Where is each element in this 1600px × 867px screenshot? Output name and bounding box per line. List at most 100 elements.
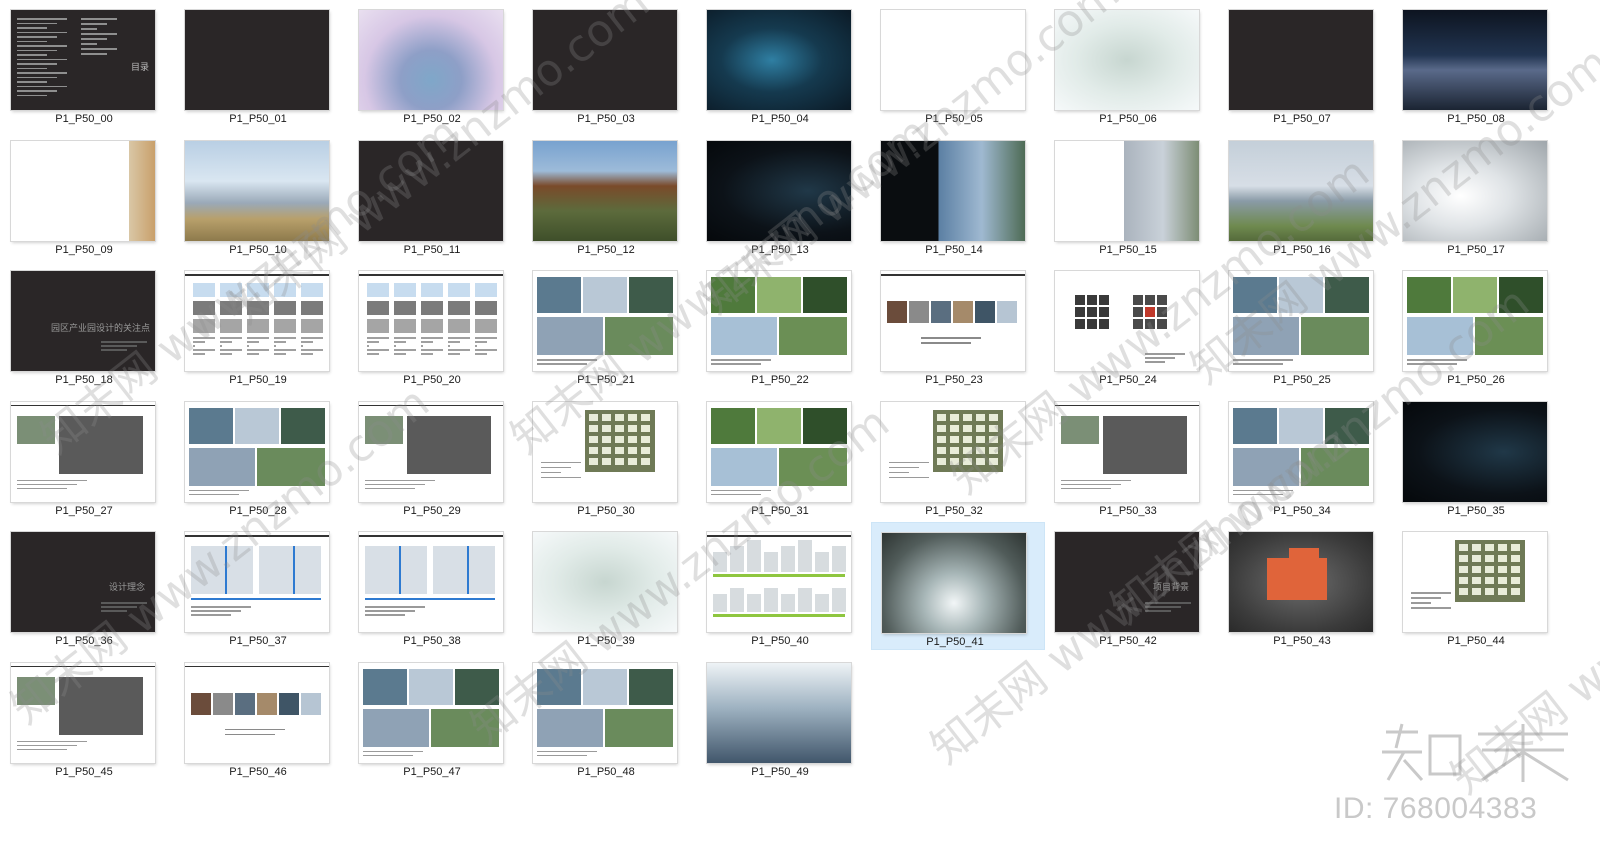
file-item[interactable]: P1_P50_34 (1219, 392, 1393, 520)
file-item[interactable]: P1_P50_40 (697, 522, 871, 650)
file-name: P1_P50_34 (1273, 504, 1331, 517)
thumb-element (475, 301, 497, 315)
thumb-element (433, 546, 495, 594)
file-item[interactable]: P1_P50_20 (349, 261, 523, 389)
thumb-element (301, 349, 323, 351)
thumb-element (17, 487, 67, 489)
file-thumbnail (882, 533, 1026, 633)
file-item[interactable]: P1_P50_39 (523, 522, 697, 650)
file-item[interactable]: P1_P50_41 (871, 522, 1045, 650)
file-item[interactable]: P1_P50_09 (1, 131, 175, 259)
file-thumbnail (1229, 271, 1373, 371)
thumb-element (707, 535, 851, 537)
thumb-element (235, 692, 255, 715)
thumb-element (779, 317, 847, 355)
file-item[interactable]: P1_P50_06 (1045, 0, 1219, 128)
file-item[interactable]: P1_P50_05 (871, 0, 1045, 128)
thumb-element (220, 345, 222, 347)
file-item[interactable]: P1_P50_02 (349, 0, 523, 128)
file-item[interactable]: P1_P50_13 (697, 131, 871, 259)
thumb-element (365, 546, 427, 594)
file-item[interactable]: P1_P50_46 (175, 653, 349, 781)
file-item[interactable]: P1_P50_23 (871, 261, 1045, 389)
file-item[interactable]: P1_P50_10 (175, 131, 349, 259)
file-item[interactable]: P1_P50_03 (523, 0, 697, 128)
thumb-element (921, 337, 981, 339)
file-name: P1_P50_49 (751, 765, 809, 778)
thumb-element (394, 349, 416, 351)
file-item[interactable]: P1_P50_28 (175, 392, 349, 520)
file-item[interactable]: P1_P50_47 (349, 653, 523, 781)
file-item[interactable]: P1_P50_32 (871, 392, 1045, 520)
file-item[interactable]: P1_P50_25 (1219, 261, 1393, 389)
file-item[interactable]: P1_P50_43 (1219, 522, 1393, 650)
file-name: P1_P50_38 (403, 635, 461, 647)
file-name: P1_P50_17 (1447, 243, 1505, 256)
file-item[interactable]: P1_P50_33 (1045, 392, 1219, 520)
file-name: P1_P50_41 (926, 636, 984, 648)
file-item[interactable]: P1_P50_30 (523, 392, 697, 520)
thumb-element (367, 341, 379, 343)
file-item[interactable]: P1_P50_15 (1045, 131, 1219, 259)
file-item[interactable]: P1_P50_49 (697, 653, 871, 781)
file-item[interactable]: P1_P50_01 (175, 0, 349, 128)
thumb-element (602, 446, 611, 454)
thumb-element (220, 301, 242, 315)
thumb-element (193, 341, 205, 343)
thumb-element (448, 337, 470, 339)
file-item[interactable]: P1_P50_11 (349, 131, 523, 259)
thumb-element (185, 665, 329, 667)
file-item[interactable]: P1_P50_21 (523, 261, 697, 389)
thumb-element (921, 342, 971, 344)
thumb-element (711, 407, 755, 444)
file-item[interactable]: P1_P50_14 (871, 131, 1045, 259)
file-item[interactable]: P1_P50_44 (1393, 522, 1567, 650)
file-item[interactable]: P1_P50_19 (175, 261, 349, 389)
thumb-element (963, 457, 972, 465)
file-item[interactable]: P1_P50_24 (1045, 261, 1219, 389)
file-item[interactable]: P1_P50_08 (1393, 0, 1567, 128)
file-item[interactable]: P1_P50_45 (1, 653, 175, 781)
thumb-element (537, 277, 581, 313)
file-item[interactable]: 园区产业园设计的关注点 P1_P50_18 (1, 261, 175, 389)
file-item[interactable]: P1_P50_29 (349, 392, 523, 520)
thumb-element (189, 407, 233, 444)
file-name: P1_P50_24 (1099, 374, 1157, 386)
file-item[interactable]: P1_P50_26 (1393, 261, 1567, 389)
file-item[interactable]: P1_P50_38 (349, 522, 523, 650)
file-item[interactable]: 项目背景 P1_P50_42 (1045, 522, 1219, 650)
thumb-element (101, 349, 127, 351)
thumb-element (963, 424, 972, 432)
file-item[interactable]: 设计理念 P1_P50_36 (1, 522, 175, 650)
file-item[interactable]: P1_P50_48 (523, 653, 697, 781)
thumb-element (101, 341, 147, 343)
file-item[interactable]: P1_P50_04 (697, 0, 871, 128)
thumb-element (367, 319, 389, 333)
file-item[interactable]: P1_P50_27 (1, 392, 175, 520)
thumb-element (628, 457, 637, 465)
file-name: P1_P50_23 (925, 374, 983, 386)
file-item[interactable]: 目录 P1_P50_00 (1, 0, 175, 128)
thumb-element (421, 283, 443, 297)
file-name: P1_P50_07 (1273, 113, 1331, 125)
file-item[interactable]: P1_P50_31 (697, 392, 871, 520)
file-thumbnail (1403, 532, 1547, 632)
file-name: P1_P50_28 (229, 504, 287, 517)
file-item[interactable]: P1_P50_22 (697, 261, 871, 389)
file-thumbnail (533, 662, 677, 763)
file-item[interactable]: P1_P50_35 (1393, 392, 1567, 520)
file-item[interactable]: P1_P50_37 (175, 522, 349, 650)
thumb-element (363, 754, 413, 756)
file-item[interactable]: P1_P50_17 (1393, 131, 1567, 259)
thumb-element (975, 301, 995, 323)
file-item[interactable]: P1_P50_07 (1219, 0, 1393, 128)
thumb-element (713, 552, 727, 572)
thumb-element (1411, 602, 1431, 604)
file-thumbnail (11, 662, 155, 763)
thumb-element (247, 353, 259, 355)
file-item[interactable]: P1_P50_16 (1219, 131, 1393, 259)
file-item[interactable]: P1_P50_12 (523, 131, 697, 259)
thumb-element (1233, 363, 1283, 365)
thumb-element (17, 479, 87, 481)
thumb-element (605, 317, 673, 355)
